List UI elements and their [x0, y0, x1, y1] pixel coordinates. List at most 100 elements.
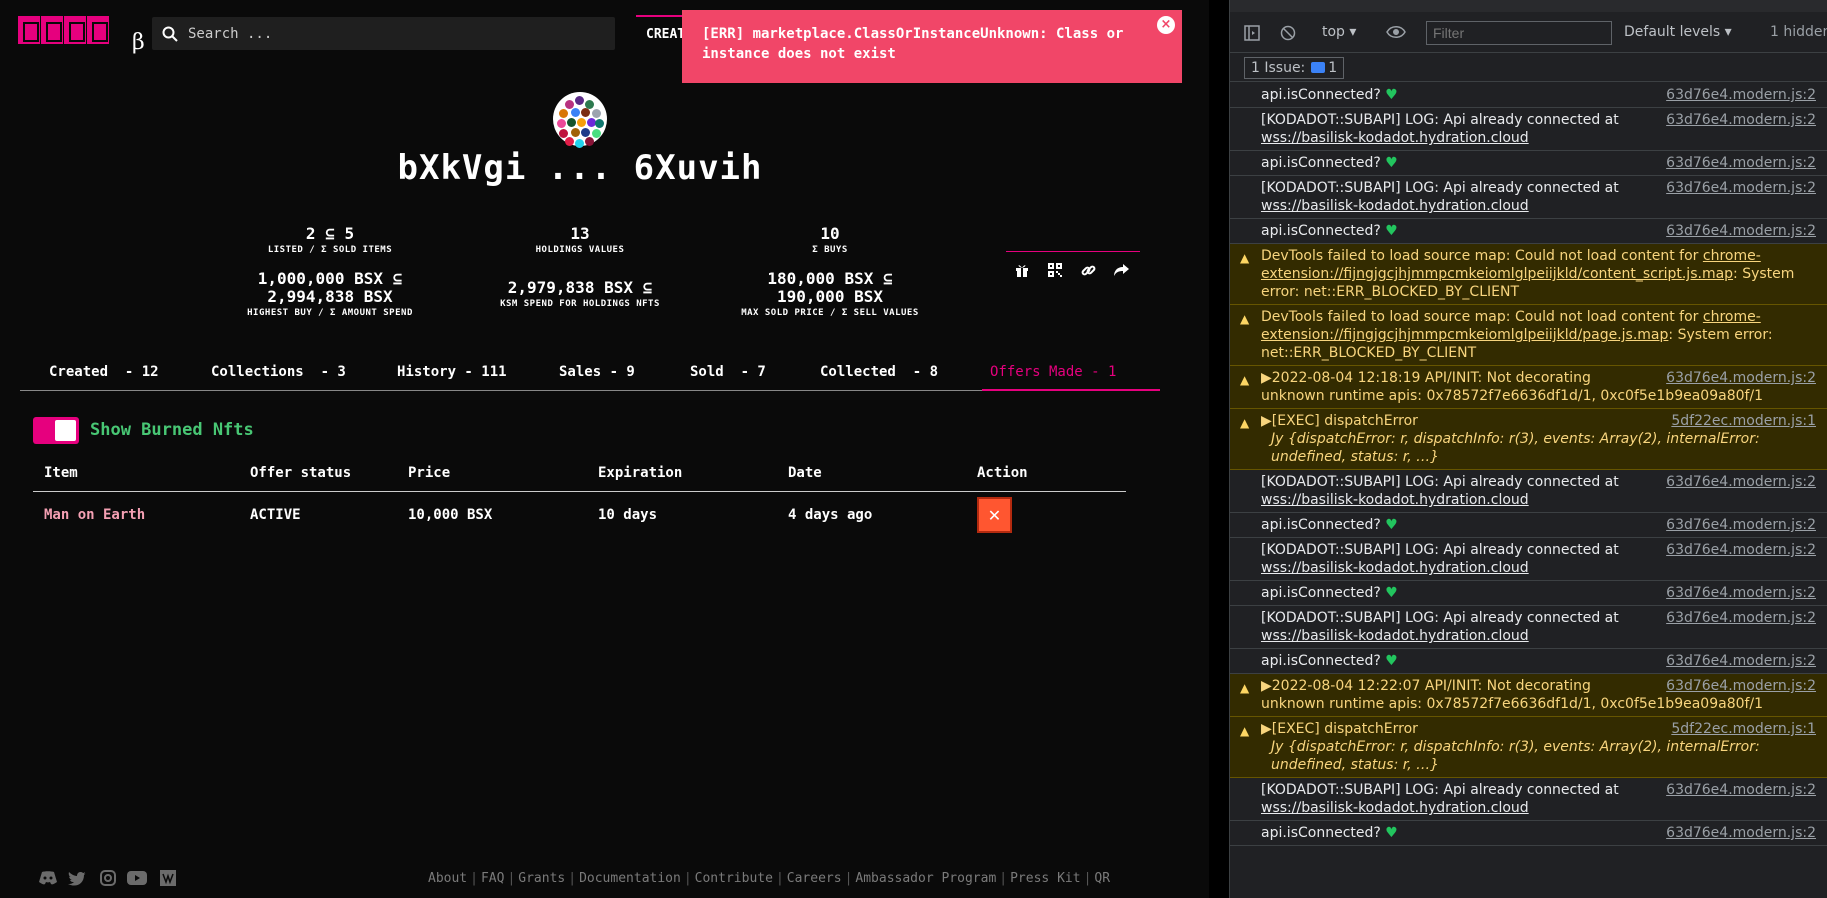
tab-sold[interactable]: Sold - 7: [690, 364, 766, 380]
console-warning-row: ▲ 63d76e4.modern.js:2 ▶2022-08-04 12:18:19…: [1230, 366, 1827, 409]
log-message: [KODADOT::SUBAPI] LOG: Api already conne…: [1261, 782, 1619, 816]
source-link[interactable]: 63d76e4.modern.js:2: [1666, 652, 1816, 670]
discord-icon[interactable]: [38, 868, 58, 888]
green-heart-icon: ♥: [1385, 825, 1398, 841]
footer-link-contribute[interactable]: Contribute: [695, 871, 773, 886]
context-selector[interactable]: top ▾: [1322, 24, 1356, 40]
table-header-divider: [33, 491, 1126, 492]
toggle-label: Show Burned Nfts: [90, 420, 254, 440]
clear-console-icon[interactable]: [1280, 25, 1296, 45]
youtube-icon[interactable]: [127, 868, 147, 888]
kodadot-logo[interactable]: β: [18, 16, 145, 55]
source-link[interactable]: 63d76e4.modern.js:2: [1666, 781, 1816, 799]
source-link[interactable]: 63d76e4.modern.js:2: [1666, 369, 1816, 387]
log-link[interactable]: wss://basilisk-kodadot.hydration.cloud: [1261, 492, 1529, 508]
eye-icon[interactable]: [1386, 25, 1406, 43]
source-link[interactable]: 63d76e4.modern.js:2: [1666, 86, 1816, 104]
hidden-count: 1 hidden: [1770, 24, 1827, 40]
offer-item-link[interactable]: Man on Earth: [44, 507, 145, 523]
footer-link-ambassador[interactable]: Ambassador Program: [855, 871, 996, 886]
console-log-row: 63d76e4.modern.js:2 api.isConnected? ♥: [1230, 83, 1827, 108]
source-link[interactable]: 63d76e4.modern.js:2: [1666, 516, 1816, 534]
column-header-expiration: Expiration: [598, 465, 683, 481]
log-message: DevTools failed to load source map: Coul…: [1261, 248, 1795, 300]
twitter-icon[interactable]: [67, 868, 87, 888]
log-detail[interactable]: Jy {dispatchError: r, dispatchInfo: r(3)…: [1261, 430, 1816, 466]
console-log-row: 63d76e4.modern.js:2 [KODADOT::SUBAPI] LOG…: [1230, 606, 1827, 649]
source-link[interactable]: 63d76e4.modern.js:2: [1666, 111, 1816, 129]
active-tab-indicator: [982, 389, 1160, 391]
log-detail[interactable]: Jy {dispatchError: r, dispatchInfo: r(3)…: [1261, 738, 1816, 774]
log-message: api.isConnected? ♥: [1261, 653, 1398, 669]
source-link[interactable]: 5df22ec.modern.js:1: [1671, 412, 1816, 430]
source-link[interactable]: 63d76e4.modern.js:2: [1666, 222, 1816, 240]
console-log-row: 63d76e4.modern.js:2 [KODADOT::SUBAPI] LOG…: [1230, 778, 1827, 821]
console-log-row: 63d76e4.modern.js:2 api.isConnected? ♥: [1230, 513, 1827, 538]
footer-link-about[interactable]: About: [428, 871, 467, 886]
gift-icon[interactable]: [1013, 261, 1031, 279]
log-message: [KODADOT::SUBAPI] LOG: Api already conne…: [1261, 112, 1619, 146]
footer-link-documentation[interactable]: Documentation: [579, 871, 681, 886]
medium-icon[interactable]: [158, 868, 178, 888]
console-log-row: 63d76e4.modern.js:2 [KODADOT::SUBAPI] LOG…: [1230, 470, 1827, 513]
footer-link-qr[interactable]: QR: [1094, 871, 1110, 886]
tab-offers-made[interactable]: Offers Made - 1: [990, 364, 1116, 380]
link-icon[interactable]: [1079, 261, 1097, 279]
sidebar-toggle-icon[interactable]: [1244, 25, 1260, 45]
log-message: [KODADOT::SUBAPI] LOG: Api already conne…: [1261, 474, 1619, 508]
source-link[interactable]: 63d76e4.modern.js:2: [1666, 473, 1816, 491]
log-link[interactable]: wss://basilisk-kodadot.hydration.cloud: [1261, 628, 1529, 644]
qr-code-icon[interactable]: [1046, 261, 1064, 279]
issues-button[interactable]: 1 Issue: 1: [1244, 57, 1345, 79]
search-bar[interactable]: [152, 17, 615, 50]
tab-collected[interactable]: Collected - 8: [820, 364, 938, 380]
share-icon[interactable]: [1112, 261, 1130, 279]
devtools-panel: top ▾ Default levels ▾ 1 hidden 1 Issue:…: [1229, 0, 1827, 898]
tab-created[interactable]: Created - 12: [49, 364, 159, 380]
search-input[interactable]: [188, 25, 588, 42]
source-link[interactable]: 63d76e4.modern.js:2: [1666, 584, 1816, 602]
source-link[interactable]: 63d76e4.modern.js:2: [1666, 609, 1816, 627]
error-toast: [ERR] marketplace.ClassOrInstanceUnknown…: [682, 10, 1182, 83]
source-link[interactable]: 63d76e4.modern.js:2: [1666, 179, 1816, 197]
column-header-status: Offer status: [250, 465, 352, 481]
tab-sales[interactable]: Sales - 9: [559, 364, 635, 380]
avatar: [553, 92, 607, 148]
stat-highest-buy: 1,000,000 BSX ⊆ 2,994,838 BSX HIGHEST BUY …: [247, 269, 413, 319]
footer-link-grants[interactable]: Grants: [518, 871, 565, 886]
log-message: [KODADOT::SUBAPI] LOG: Api already conne…: [1261, 542, 1619, 576]
cancel-offer-button[interactable]: ✕: [977, 497, 1012, 533]
profile-tabs: Created - 12 Collections - 3 History - 1…: [20, 358, 1160, 391]
log-link[interactable]: wss://basilisk-kodadot.hydration.cloud: [1261, 198, 1529, 214]
footer-link-careers[interactable]: Careers: [787, 871, 842, 886]
log-message: api.isConnected? ♥: [1261, 155, 1398, 171]
console-log-row: 63d76e4.modern.js:2 api.isConnected? ♥: [1230, 581, 1827, 606]
footer-link-faq[interactable]: FAQ: [481, 871, 504, 886]
log-link[interactable]: wss://basilisk-kodadot.hydration.cloud: [1261, 130, 1529, 146]
warning-icon: ▲: [1240, 251, 1250, 265]
source-link[interactable]: 5df22ec.modern.js:1: [1671, 720, 1816, 738]
kodadot-app: β CREATE [ERR] marketplace.ClassOrInstan…: [0, 0, 1209, 898]
instagram-icon[interactable]: [98, 868, 118, 888]
footer-link-press-kit[interactable]: Press Kit: [1010, 871, 1080, 886]
console-log-row: 63d76e4.modern.js:2 [KODADOT::SUBAPI] LOG…: [1230, 108, 1827, 151]
tab-collections[interactable]: Collections - 3: [211, 364, 346, 380]
close-icon[interactable]: ×: [1157, 16, 1175, 34]
log-link[interactable]: wss://basilisk-kodadot.hydration.cloud: [1261, 560, 1529, 576]
search-icon: [162, 26, 178, 42]
log-levels-dropdown[interactable]: Default levels ▾: [1624, 24, 1732, 40]
green-heart-icon: ♥: [1385, 87, 1398, 103]
green-heart-icon: ♥: [1385, 517, 1398, 533]
source-link[interactable]: 63d76e4.modern.js:2: [1666, 677, 1816, 695]
source-link[interactable]: 63d76e4.modern.js:2: [1666, 541, 1816, 559]
stat-listed-sold: 2 ⊆ 5 LISTED / Σ SOLD ITEMS: [267, 224, 393, 256]
log-message: [KODADOT::SUBAPI] LOG: Api already conne…: [1261, 180, 1619, 214]
devtools-tabbar: [1230, 0, 1827, 12]
burned-nfts-toggle[interactable]: [33, 417, 79, 444]
source-link[interactable]: 63d76e4.modern.js:2: [1666, 824, 1816, 842]
column-header-action: Action: [977, 465, 1028, 481]
log-link[interactable]: wss://basilisk-kodadot.hydration.cloud: [1261, 800, 1529, 816]
tab-history[interactable]: History - 111: [397, 364, 507, 380]
console-filter-input[interactable]: [1426, 21, 1612, 45]
source-link[interactable]: 63d76e4.modern.js:2: [1666, 154, 1816, 172]
